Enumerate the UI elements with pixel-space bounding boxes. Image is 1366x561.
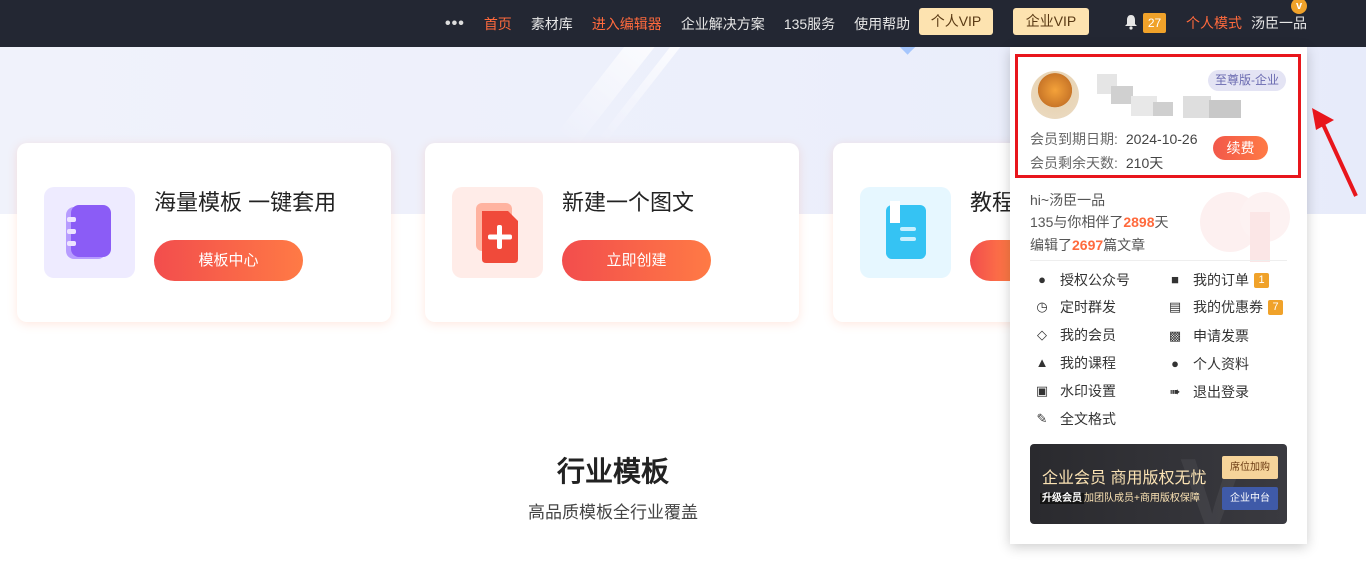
nav-editor[interactable]: 进入编辑器 bbox=[592, 14, 662, 34]
membership-info-box: 至尊版-企业 会员到期日期: 2024-10-26 会员剩余天数: 210天 续费 bbox=[1015, 54, 1301, 178]
menu-item-full-text-format[interactable]: ✎ 全文格式 bbox=[1034, 409, 1116, 429]
brush-icon: ✎ bbox=[1036, 411, 1048, 426]
personal-mode-link[interactable]: 个人模式 bbox=[1186, 0, 1242, 47]
menu-item-my-orders[interactable]: ■ 我的订单 1 bbox=[1167, 270, 1269, 290]
menu-item-scheduled-send[interactable]: ◷ 定时群发 bbox=[1034, 297, 1116, 317]
nav-enterprise-solutions[interactable]: 企业解决方案 bbox=[681, 14, 765, 34]
logout-icon: ➠ bbox=[1169, 384, 1181, 399]
card-title: 教程 bbox=[970, 190, 1015, 215]
nav-135-services[interactable]: 135服务 bbox=[784, 14, 835, 34]
enterprise-membership-banner[interactable]: V 企业会员 商用版权无忧 升级会员 加团队成员+商用版权保障 席位加购 企业中台 bbox=[1030, 444, 1287, 524]
notification-count-badge: 27 bbox=[1143, 13, 1166, 33]
personal-vip-button[interactable]: 个人VIP bbox=[919, 8, 993, 35]
clock-icon: ◷ bbox=[1036, 299, 1048, 314]
annotation-arrow-icon bbox=[1312, 108, 1358, 197]
edited-articles-text: 编辑了2697篇文章 bbox=[1030, 237, 1146, 253]
wechat-icon: ● bbox=[1038, 272, 1046, 287]
menu-item-invoice[interactable]: ▩ 申请发票 bbox=[1167, 326, 1249, 346]
menu-item-authorize-wechat[interactable]: ● 授权公众号 bbox=[1034, 270, 1130, 290]
tutorial-button[interactable] bbox=[970, 240, 1010, 281]
card-title: 新建一个图文 bbox=[562, 190, 695, 215]
banner-subtitle: 升级会员 加团队成员+商用版权保障 bbox=[1040, 493, 1200, 504]
cart-icon: ■ bbox=[1171, 272, 1179, 287]
more-menu-icon[interactable]: ••• bbox=[445, 15, 465, 33]
diamond-icon: ◇ bbox=[1037, 327, 1047, 342]
nav-home[interactable]: 首页 bbox=[484, 14, 512, 34]
coupons-count-badge: 7 bbox=[1268, 299, 1283, 315]
lock-icon: ▩ bbox=[1168, 328, 1182, 343]
companion-days-text: 135与你相伴了2898天 bbox=[1030, 214, 1169, 230]
avatar[interactable] bbox=[1031, 71, 1079, 119]
menu-item-my-membership[interactable]: ◇ 我的会员 bbox=[1034, 325, 1116, 345]
add-document-icon bbox=[452, 187, 543, 278]
divider bbox=[1030, 260, 1287, 261]
menu-item-my-courses[interactable]: ▲ 我的课程 bbox=[1034, 353, 1116, 373]
renew-button[interactable]: 续费 bbox=[1213, 136, 1268, 160]
template-book-icon bbox=[44, 187, 135, 278]
graduation-cap-icon: ▲ bbox=[1035, 355, 1049, 370]
menu-item-profile[interactable]: ● 个人资料 bbox=[1167, 354, 1249, 374]
membership-remaining-days: 会员剩余天数: 210天 bbox=[1030, 155, 1164, 171]
membership-tier-badge: 至尊版-企业 bbox=[1208, 70, 1286, 91]
coupon-icon: ▤ bbox=[1168, 299, 1182, 314]
menu-item-my-coupons[interactable]: ▤ 我的优惠券 7 bbox=[1167, 297, 1283, 317]
main-nav: ••• 首页 素材库 进入编辑器 企业解决方案 135服务 使用帮助 bbox=[445, 0, 929, 47]
membership-expiry: 会员到期日期: 2024-10-26 bbox=[1030, 131, 1198, 147]
menu-item-logout[interactable]: ➠ 退出登录 bbox=[1167, 382, 1249, 402]
greeting-text: hi~汤臣一品 bbox=[1030, 192, 1106, 208]
card-title: 海量模板 一键套用 bbox=[154, 190, 337, 215]
enterprise-center-button[interactable]: 企业中台 bbox=[1222, 487, 1278, 510]
bell-icon[interactable] bbox=[1124, 14, 1138, 30]
template-center-card: 海量模板 一键套用 模板中心 bbox=[17, 143, 391, 322]
seat-purchase-button[interactable]: 席位加购 bbox=[1222, 456, 1278, 479]
tutorial-card: 教程 bbox=[833, 143, 1033, 322]
tutorial-doc-icon bbox=[860, 187, 951, 278]
nav-materials[interactable]: 素材库 bbox=[531, 14, 573, 34]
user-icon: ● bbox=[1171, 356, 1179, 371]
orders-count-badge: 1 bbox=[1254, 272, 1269, 288]
nav-help[interactable]: 使用帮助 bbox=[854, 14, 910, 34]
create-now-button[interactable]: 立即创建 bbox=[562, 240, 711, 281]
menu-item-watermark[interactable]: ▣ 水印设置 bbox=[1034, 381, 1116, 401]
image-icon: ▣ bbox=[1035, 383, 1049, 398]
cloud-decoration-icon bbox=[1200, 192, 1290, 262]
enterprise-vip-button[interactable]: 企业VIP bbox=[1013, 8, 1089, 35]
new-article-card: 新建一个图文 立即创建 bbox=[425, 143, 799, 322]
template-center-button[interactable]: 模板中心 bbox=[154, 240, 303, 281]
banner-title: 企业会员 商用版权无忧 bbox=[1042, 470, 1207, 487]
